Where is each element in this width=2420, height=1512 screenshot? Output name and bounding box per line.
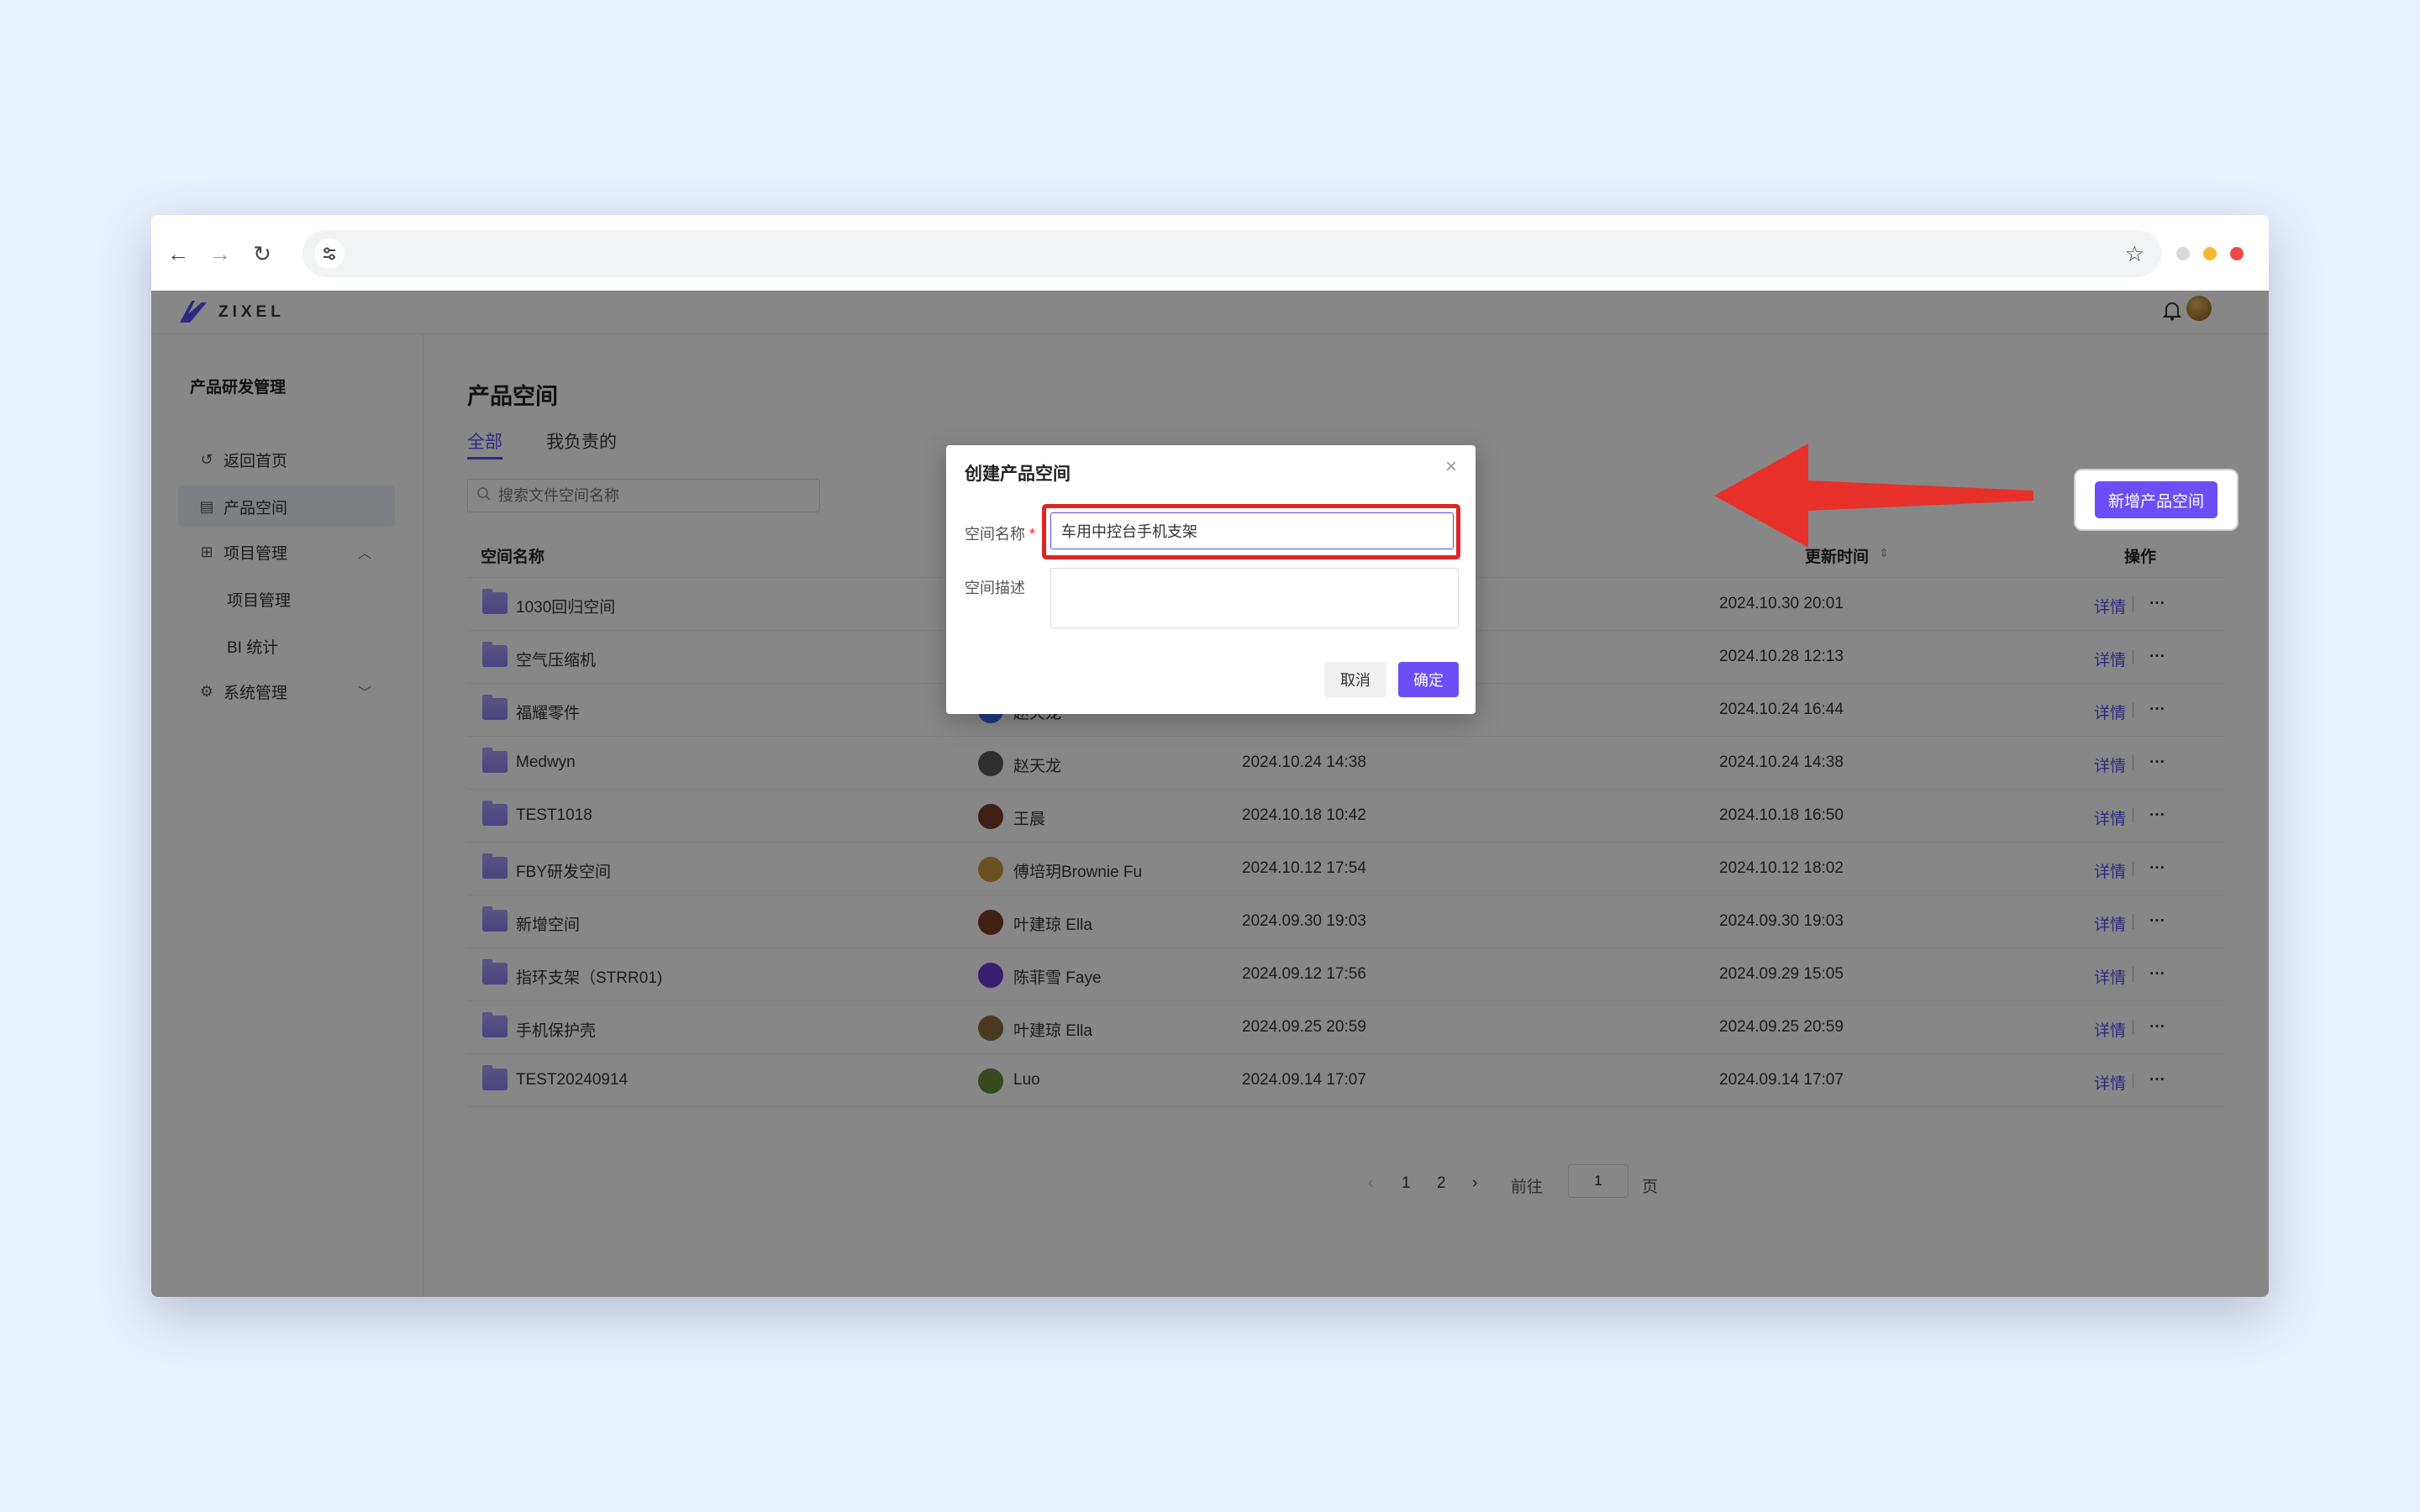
back-icon[interactable]: ← <box>163 239 193 269</box>
close-icon[interactable]: × <box>1445 455 1457 479</box>
space-name-input[interactable] <box>1050 512 1454 549</box>
confirm-button[interactable]: 确定 <box>1398 662 1459 697</box>
create-space-dialog: 创建产品空间 × 空间名称 * 空间描述 取消 确定 <box>946 445 1476 714</box>
name-label: 空间名称 * <box>965 522 1035 544</box>
forward-icon[interactable]: → <box>205 239 235 269</box>
annotation-arrow-icon <box>1714 444 2033 548</box>
space-description-input[interactable] <box>1050 568 1459 628</box>
dialog-title: 创建产品空间 <box>965 465 1071 484</box>
window-minimize-dot[interactable] <box>2176 247 2190 260</box>
address-bar[interactable]: ☆ <box>302 230 2161 277</box>
window-close-dot[interactable] <box>2230 247 2244 260</box>
name-label-text: 空间名称 <box>965 526 1025 543</box>
reload-icon[interactable]: ↻ <box>247 239 277 269</box>
browser-window: ← → ↻ ☆ ZIXEL 产品研发管理 ↺ 返回首页 ▤ 产品空间 ⊞ 项目管… <box>151 215 2269 1297</box>
bookmark-star-icon[interactable]: ☆ <box>2125 239 2144 269</box>
add-button-highlight: 新增产品空间 <box>2075 470 2237 529</box>
desc-label: 空间描述 <box>965 580 1025 596</box>
site-settings-icon[interactable] <box>314 239 345 269</box>
add-product-space-button[interactable]: 新增产品空间 <box>2095 481 2217 518</box>
browser-toolbar: ← → ↻ ☆ <box>151 215 2269 291</box>
required-mark: * <box>1029 526 1036 543</box>
cancel-button[interactable]: 取消 <box>1324 662 1386 697</box>
window-zoom-dot[interactable] <box>2203 247 2217 260</box>
